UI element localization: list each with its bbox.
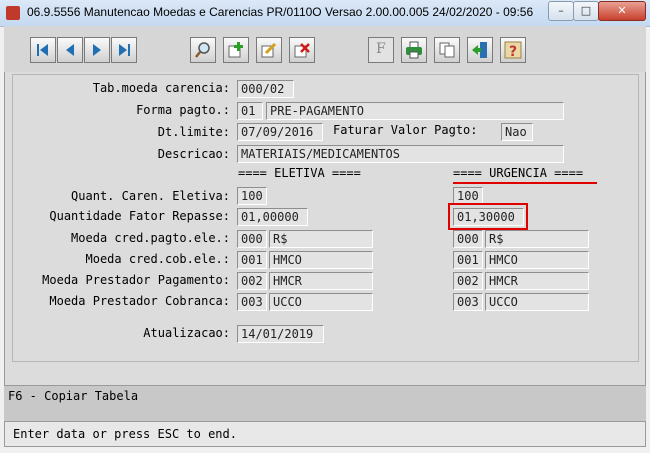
urgencia-underline (453, 182, 597, 184)
fator-repasse-highlight (448, 203, 528, 230)
moeda-pagto-label: Moeda cred.pagto.ele.: (71, 231, 230, 245)
title-bar: 06.9.5556 Manutencao Moedas e Carencias … (0, 0, 650, 27)
faturar-label: Faturar Valor Pagto: (333, 123, 478, 137)
moeda-cob-eletiva-desc: HMCO (269, 251, 373, 269)
moeda-prest-pag-eletiva-code[interactable]: 002 (237, 272, 267, 290)
moeda-pagto-urgencia-code[interactable]: 000 (453, 230, 483, 248)
moeda-pagto-urgencia-desc: R$ (485, 230, 589, 248)
moeda-prest-cob-eletiva-code[interactable]: 003 (237, 293, 267, 311)
quant-caren-label: Quant. Caren. Eletiva: (71, 189, 230, 203)
delete-icon (294, 43, 310, 58)
svg-text:?: ? (509, 44, 517, 59)
print-icon (406, 41, 422, 59)
fator-repasse-eletiva-field[interactable]: 01,00000 (237, 208, 308, 226)
window-title: 06.9.5556 Manutencao Moedas e Carencias … (27, 5, 534, 19)
fator-repasse-label: Quantidade Fator Repasse: (49, 209, 230, 223)
tab-moeda-label: Tab.moeda carencia: (92, 81, 230, 95)
status-message: Enter data or press ESC to end. (13, 427, 237, 441)
close-button[interactable]: ✕ (598, 1, 646, 21)
next-record-icon (93, 44, 101, 56)
copy-icon (439, 42, 455, 58)
filter-icon: F (376, 41, 386, 57)
first-record-icon (37, 44, 48, 56)
edit-button[interactable] (256, 37, 282, 63)
moeda-cob-urgencia-desc: HMCO (485, 251, 589, 269)
atualizacao-field: 14/01/2019 (237, 325, 324, 343)
prev-record-icon (66, 44, 74, 56)
forma-pagto-desc-field: PRE-PAGAMENTO (266, 102, 564, 120)
forma-pagto-label: Forma pagto.: (136, 103, 230, 117)
forma-pagto-code-field[interactable]: 01 (237, 102, 263, 120)
copy-button[interactable] (434, 37, 460, 63)
moeda-prest-cob-urgencia-desc: UCCO (485, 293, 589, 311)
moeda-pagto-eletiva-desc: R$ (269, 230, 373, 248)
help-button[interactable]: ? (500, 37, 526, 63)
moeda-prest-cob-urgencia-code[interactable]: 003 (453, 293, 483, 311)
add-icon (228, 42, 243, 58)
moeda-prest-cob-eletiva-desc: UCCO (269, 293, 373, 311)
descricao-label: Descricao: (157, 147, 230, 161)
eletiva-header: ==== ELETIVA ==== (238, 166, 361, 180)
edit-icon (261, 42, 277, 58)
tab-moeda-field[interactable]: 000/02 (237, 80, 294, 98)
print-button[interactable] (401, 37, 427, 63)
add-button[interactable] (223, 37, 249, 63)
moeda-cob-eletiva-code[interactable]: 001 (237, 251, 267, 269)
next-record-button[interactable] (84, 37, 110, 63)
moeda-prest-pag-label: Moeda Prestador Pagamento: (42, 273, 230, 287)
moeda-cob-label: Moeda cred.cob.ele.: (85, 252, 231, 266)
moeda-prest-cob-label: Moeda Prestador Cobranca: (49, 294, 230, 308)
faturar-field[interactable]: Nao (501, 123, 533, 141)
moeda-cob-urgencia-code[interactable]: 001 (453, 251, 483, 269)
app-icon (6, 6, 20, 20)
search-icon (195, 42, 210, 58)
status-bar: Enter data or press ESC to end. (4, 421, 646, 447)
exit-button[interactable] (467, 37, 493, 63)
maximize-button[interactable]: □ (573, 1, 599, 21)
atualizacao-label: Atualizacao: (143, 326, 230, 340)
urgencia-header: ==== URGENCIA ==== (453, 166, 584, 180)
search-button[interactable] (190, 37, 216, 63)
delete-button[interactable] (289, 37, 315, 63)
exit-icon (472, 42, 487, 58)
filter-button[interactable]: F (368, 37, 394, 63)
first-record-button[interactable] (30, 37, 56, 63)
prev-record-button[interactable] (57, 37, 83, 63)
dt-limite-field[interactable]: 07/09/2016 (237, 123, 323, 141)
help-icon: ? (504, 41, 522, 59)
moeda-prest-pag-eletiva-desc: HMCR (269, 272, 373, 290)
toolbar: F ? (4, 26, 646, 72)
last-record-icon (119, 44, 130, 56)
moeda-prest-pag-urgencia-code[interactable]: 002 (453, 272, 483, 290)
function-keys-bar: F6 - Copiar Tabela (4, 385, 646, 422)
moeda-prest-pag-urgencia-desc: HMCR (485, 272, 589, 290)
moeda-pagto-eletiva-code[interactable]: 000 (237, 230, 267, 248)
dt-limite-label: Dt.limite: (157, 125, 230, 139)
quant-caren-eletiva-field[interactable]: 100 (237, 187, 267, 205)
minimize-button[interactable]: – (548, 1, 574, 21)
function-key-f6[interactable]: F6 - Copiar Tabela (8, 389, 138, 403)
last-record-button[interactable] (111, 37, 137, 63)
descricao-field[interactable]: MATERIAIS/MEDICAMENTOS (237, 145, 564, 163)
